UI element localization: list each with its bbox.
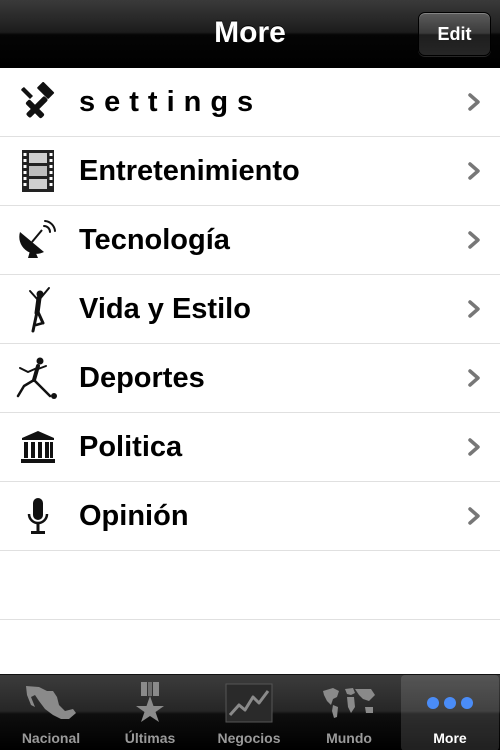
chevron-right-icon (468, 300, 480, 318)
tab-label: Mundo (326, 730, 372, 746)
mexico-map-icon (2, 681, 100, 725)
empty-row (0, 551, 500, 620)
tab-label: More (433, 730, 467, 746)
list-item-settings[interactable]: settings (0, 68, 500, 137)
tab-ultimas[interactable]: Últimas (101, 675, 199, 751)
tab-more[interactable]: More (401, 675, 499, 751)
list-item-tecnologia[interactable]: Tecnología (0, 206, 500, 275)
tab-mundo[interactable]: Mundo (300, 675, 398, 751)
tab-label: Últimas (124, 730, 176, 746)
dancer-icon (14, 287, 62, 333)
list-item-deportes[interactable]: Deportes (0, 344, 500, 413)
edit-button[interactable]: Edit (418, 12, 491, 56)
list-item-label: Vida y Estilo (79, 293, 251, 325)
list-item-opinion[interactable]: Opinión (0, 482, 500, 551)
list-item-label: Politica (79, 431, 183, 463)
tab-nacional[interactable]: Nacional (2, 675, 100, 751)
chevron-right-icon (468, 162, 480, 180)
tab-label: Nacional (21, 730, 81, 746)
list-item-entretenimiento[interactable]: Entretenimiento (0, 137, 500, 206)
stock-chart-icon (200, 681, 298, 725)
chevron-right-icon (468, 231, 480, 249)
world-map-icon (300, 681, 398, 725)
tab-bar: Nacional Últimas Negocios Mundo More (0, 674, 500, 751)
chevron-right-icon (468, 93, 480, 111)
tab-label: Negocios (217, 730, 281, 746)
list-item-label: Deportes (79, 362, 205, 394)
list-item-label: Entretenimiento (79, 155, 300, 187)
chevron-right-icon (468, 369, 480, 387)
microphone-icon (14, 494, 62, 538)
more-dots-icon (401, 681, 499, 725)
government-building-icon (14, 425, 62, 469)
soccer-player-icon (14, 356, 62, 400)
film-icon (14, 149, 62, 193)
list-item-label: settings (79, 86, 263, 118)
list-item-label: Tecnología (79, 224, 230, 256)
navigation-bar: More Edit (0, 0, 500, 68)
satellite-dish-icon (14, 218, 62, 262)
chevron-right-icon (468, 507, 480, 525)
list-item-politica[interactable]: Politica (0, 413, 500, 482)
more-list: settings Entretenimiento Tecnología Vida… (0, 68, 500, 620)
tools-icon (14, 80, 62, 124)
chevron-right-icon (468, 438, 480, 456)
list-item-label: Opinión (79, 500, 189, 532)
tab-negocios[interactable]: Negocios (200, 675, 298, 751)
medal-star-icon (101, 681, 199, 725)
list-item-vida-y-estilo[interactable]: Vida y Estilo (0, 275, 500, 344)
